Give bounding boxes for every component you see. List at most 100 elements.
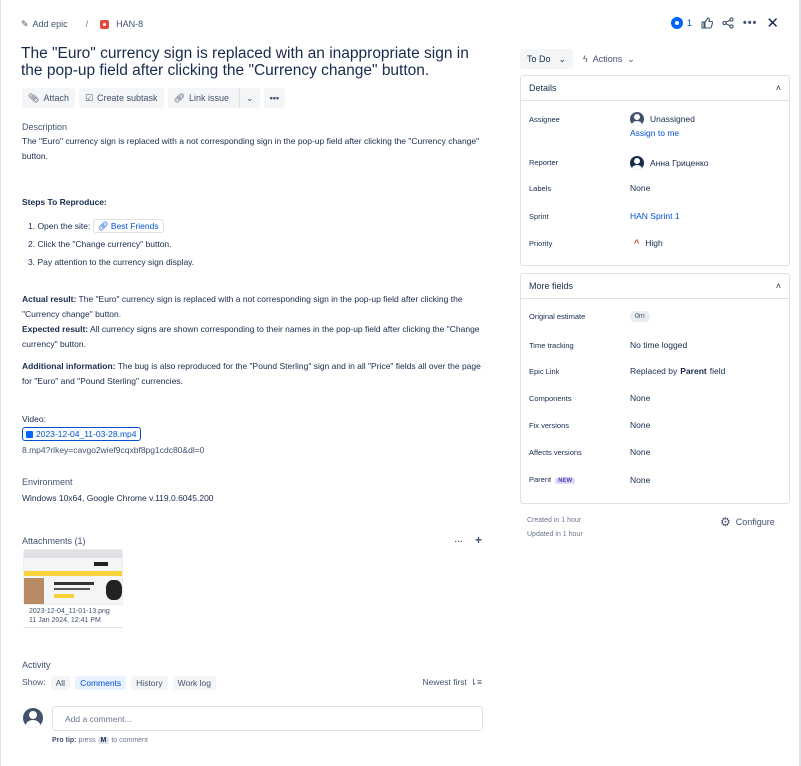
- actual-result-text: The "Euro" currency sign is replaced wit…: [22, 294, 463, 319]
- reporter-avatar: [630, 156, 644, 170]
- chevron-down-icon: ⌄: [558, 53, 567, 64]
- time-tracking-value[interactable]: No time logged: [630, 340, 687, 350]
- attachment-card[interactable]: 2023-12-04_11-01-13.png 11 Jan 2024, 12:…: [23, 549, 123, 629]
- results-section: Actual result: The "Euro" currency sign …: [22, 292, 482, 389]
- breadcrumb: ✎ Add epic / HAN-8: [21, 19, 143, 30]
- close-icon[interactable]: ✕: [766, 14, 779, 32]
- priority-value[interactable]: ^ High: [630, 238, 663, 248]
- parent-label: Parent: [529, 475, 552, 484]
- labels-value[interactable]: None: [630, 183, 650, 193]
- updated-meta: Updated in 1 hour: [527, 531, 583, 538]
- field-reporter: Reporter Анна Гриценко: [529, 156, 783, 170]
- add-epic-link[interactable]: Add epic: [33, 19, 68, 29]
- watch-button[interactable]: 1: [670, 17, 692, 29]
- video-url-tail[interactable]: 8.mp4?rlkey=cavgo2wief9cqxbf8pg1cdc80&dl…: [22, 443, 482, 458]
- issue-toolbar: 📎︎ Attach ☑ Create subtask 🔗︎ Link issue…: [22, 88, 286, 108]
- activity-heading: Activity: [22, 660, 51, 670]
- step-3: 3. Pay attention to the currency sign di…: [28, 257, 195, 267]
- link-issue-button[interactable]: 🔗︎ Link issue ⌄: [167, 88, 260, 108]
- sort-label: Newest first: [422, 677, 467, 687]
- environment-text[interactable]: Windows 10x64, Google Chrome v.119.0.604…: [22, 491, 482, 506]
- attachments-more-icon[interactable]: ···: [454, 534, 463, 549]
- field-affects-versions: Affects versions None: [529, 447, 783, 457]
- filter-history[interactable]: History: [131, 675, 168, 690]
- assignee-value[interactable]: Unassigned: [630, 112, 695, 126]
- breadcrumb-separator: /: [85, 19, 89, 29]
- pencil-icon: ✎: [21, 18, 29, 29]
- parent-value[interactable]: None: [630, 474, 650, 486]
- description-section: Description The "Euro" currency sign is …: [22, 120, 482, 164]
- actions-dropdown[interactable]: ϟ Actions ⌄: [583, 49, 635, 69]
- link-icon: 🔗︎: [173, 92, 185, 103]
- description-text[interactable]: The "Euro" currency sign is replaced wit…: [22, 134, 482, 164]
- status-dropdown[interactable]: To Do ⌄: [520, 49, 574, 69]
- attachments-heading: Attachments (1): [22, 536, 86, 546]
- components-value[interactable]: None: [630, 393, 650, 403]
- field-epic-link: Epic Link Replaced by Parent field: [529, 366, 783, 376]
- estimate-label: Original estimate: [529, 312, 586, 321]
- filter-all[interactable]: All: [50, 675, 71, 690]
- assign-to-me-link[interactable]: Assign to me: [630, 128, 695, 138]
- issue-key-link[interactable]: HAN-8: [116, 19, 143, 29]
- attachment-date: 11 Jan 2024, 12:41 PM: [29, 617, 101, 624]
- environment-heading: Environment: [22, 477, 73, 487]
- epic-link-value: Replaced by Parent field: [630, 366, 725, 376]
- filter-comments[interactable]: Comments: [75, 675, 127, 690]
- time-tracking-label: Time tracking: [529, 341, 574, 350]
- description-heading: Description: [22, 122, 68, 132]
- more-fields-header[interactable]: More fields ˄: [521, 274, 789, 299]
- pro-tip: Pro tip: press M to comment: [52, 737, 148, 744]
- unassigned-avatar: [630, 112, 644, 126]
- filter-work-log[interactable]: Work log: [172, 675, 217, 690]
- lightning-icon: ϟ: [583, 54, 588, 64]
- steps-heading: Steps To Reproduce:: [22, 197, 107, 207]
- reporter-value[interactable]: Анна Гриценко: [630, 156, 708, 170]
- reporter-name: Анна Гриценко: [650, 158, 709, 168]
- link-issue-label: Link issue: [189, 93, 230, 103]
- expected-result: Expected result: All currency signs are …: [22, 322, 482, 352]
- more-options-icon[interactable]: •••: [743, 17, 758, 29]
- thumbs-up-icon[interactable]: [701, 17, 713, 29]
- configure-button[interactable]: ⚙ Configure: [720, 515, 775, 529]
- create-subtask-label: Create subtask: [97, 93, 158, 103]
- pro-tip-pre: press: [78, 737, 96, 744]
- add-attachment-icon[interactable]: +: [475, 534, 482, 549]
- chevron-up-icon: ˄: [775, 83, 781, 93]
- affects-versions-label: Affects versions: [529, 448, 582, 457]
- estimate-value[interactable]: 0m: [630, 311, 650, 322]
- more-fields-heading: More fields: [529, 281, 574, 291]
- affects-versions-value[interactable]: None: [630, 447, 650, 457]
- field-labels: Labels None: [529, 183, 783, 193]
- assignee-label: Assignee: [529, 115, 560, 124]
- environment-section: Environment Windows 10x64, Google Chrome…: [22, 475, 482, 506]
- eye-icon: [670, 17, 683, 29]
- video-link[interactable]: 2023-12-04_11-03-28.mp4: [22, 427, 141, 441]
- video-section: Video: 2023-12-04_11-03-28.mp4 8.mp4?rlk…: [22, 412, 482, 458]
- best-friends-link[interactable]: 🔗︎ Best Friends: [92, 219, 164, 233]
- sort-button[interactable]: Newest first ⇂≡: [423, 675, 483, 690]
- fix-versions-value[interactable]: None: [630, 420, 650, 430]
- more-fields-panel: More fields ˄ Original estimate 0m Time …: [520, 273, 790, 504]
- create-subtask-button[interactable]: ☑ Create subtask: [78, 88, 164, 108]
- attach-button[interactable]: 📎︎ Attach: [22, 88, 75, 108]
- show-label: Show:: [22, 677, 46, 687]
- fix-versions-label: Fix versions: [529, 421, 570, 430]
- details-header[interactable]: Details ˄: [521, 76, 789, 101]
- more-toolbar-button[interactable]: •••: [263, 88, 286, 108]
- chevron-down-icon: ⌄: [627, 53, 635, 64]
- field-priority: Priority ^ High: [529, 238, 783, 248]
- issue-title[interactable]: The "Euro" currency sign is replaced wit…: [21, 45, 471, 79]
- sprint-value[interactable]: HAN Sprint 1: [630, 211, 680, 221]
- status-label: To Do: [527, 54, 551, 64]
- epic-value-post: field: [709, 366, 726, 376]
- chevron-down-icon[interactable]: ⌄: [239, 88, 260, 108]
- expected-result-text: All currency signs are shown correspondi…: [22, 324, 480, 349]
- reporter-label: Reporter: [529, 158, 559, 167]
- additional-info: Additional information: The bug is also …: [22, 359, 482, 389]
- pro-tip-label: Pro tip:: [52, 737, 77, 744]
- comment-input[interactable]: Add a comment...: [52, 706, 483, 731]
- share-icon[interactable]: [722, 17, 734, 29]
- field-sprint: Sprint HAN Sprint 1: [529, 211, 783, 221]
- expected-result-label: Expected result:: [22, 324, 89, 334]
- issue-header-bar: ✎ Add epic / HAN-8 1 ••• ✕: [21, 14, 779, 34]
